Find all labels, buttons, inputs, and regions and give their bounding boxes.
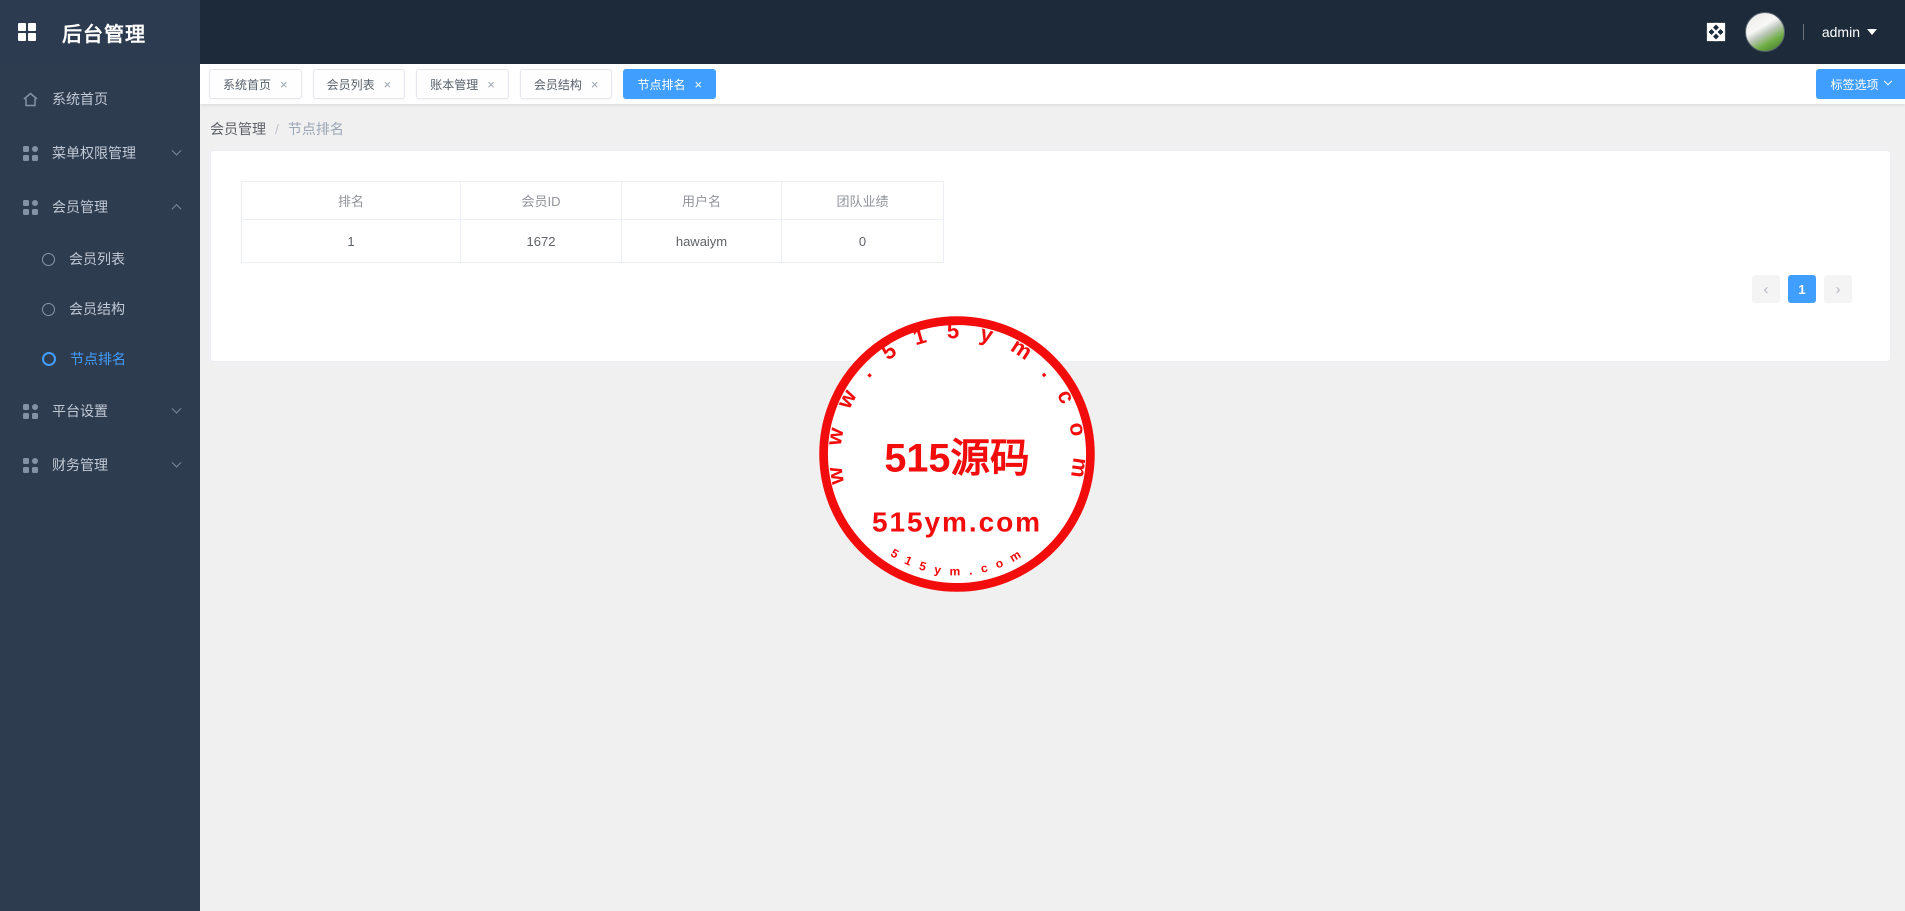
close-icon[interactable]: × bbox=[694, 78, 702, 91]
close-icon[interactable]: × bbox=[384, 78, 392, 91]
chevron-up-icon bbox=[171, 203, 182, 214]
pagination-prev-button[interactable]: ‹ bbox=[1752, 275, 1780, 303]
tab-system-home[interactable]: 系统首页 × bbox=[209, 69, 302, 99]
sidebar-subitem-label: 节点排名 bbox=[70, 351, 126, 367]
grid-icon bbox=[23, 457, 38, 473]
grid-icon bbox=[23, 403, 38, 419]
cell-member-id: 1672 bbox=[460, 219, 622, 263]
grid-icon bbox=[23, 145, 38, 161]
sidebar-item-platform-settings[interactable]: 平台设置 bbox=[0, 384, 200, 438]
app-logo-grid-icon bbox=[18, 23, 36, 41]
sidebar-subitem-member-structure[interactable]: 会员结构 bbox=[0, 284, 200, 334]
radio-circle-icon bbox=[42, 252, 55, 266]
ranking-card: 排名 会员ID 用户名 团队业绩 1 1672 hawaiym 0 ‹ 1 › bbox=[210, 150, 1891, 362]
grid-icon bbox=[23, 199, 38, 215]
ranking-table: 排名 会员ID 用户名 团队业绩 1 1672 hawaiym 0 bbox=[241, 181, 944, 263]
chevron-down-icon bbox=[171, 403, 182, 414]
tab-label: 账本管理 bbox=[430, 77, 479, 92]
sidebar: 系统首页 菜单权限管理 会员管理 会员列表 会员结构 节点排名 平台设置 财务管… bbox=[0, 64, 200, 911]
pagination-page-1[interactable]: 1 bbox=[1788, 275, 1816, 303]
breadcrumb-section[interactable]: 会员管理 bbox=[210, 119, 266, 139]
tab-label: 系统首页 bbox=[223, 77, 272, 92]
pagination-next-button[interactable]: › bbox=[1824, 275, 1852, 303]
sidebar-item-label: 系统首页 bbox=[52, 91, 108, 107]
sidebar-item-member-management[interactable]: 会员管理 bbox=[0, 180, 200, 234]
chevron-down-icon bbox=[1883, 76, 1892, 86]
tag-options-button[interactable]: 标签选项 bbox=[1816, 69, 1905, 99]
tab-label: 会员列表 bbox=[326, 77, 375, 92]
app-title: 后台管理 bbox=[62, 23, 146, 46]
app-header: 后台管理 admin bbox=[0, 0, 1905, 64]
sidebar-item-menu-permissions[interactable]: 菜单权限管理 bbox=[0, 126, 200, 180]
tab-member-structure[interactable]: 会员结构 × bbox=[519, 69, 613, 99]
table-row: 1 1672 hawaiym 0 bbox=[241, 219, 944, 263]
logo-area: 后台管理 bbox=[0, 0, 200, 64]
chevron-down-icon bbox=[171, 145, 182, 156]
tab-member-list[interactable]: 会员列表 × bbox=[312, 69, 406, 99]
tab-ledger-management[interactable]: 账本管理 × bbox=[416, 69, 509, 99]
radio-circle-icon bbox=[42, 352, 56, 366]
user-menu[interactable]: admin bbox=[1822, 24, 1877, 40]
sidebar-subitem-label: 会员结构 bbox=[69, 301, 125, 317]
breadcrumb: 会员管理 / 节点排名 bbox=[200, 104, 1905, 139]
username-label: admin bbox=[1821, 24, 1860, 40]
column-header-member-id: 会员ID bbox=[460, 181, 622, 220]
table-header-row: 排名 会员ID 用户名 团队业绩 bbox=[241, 181, 944, 220]
sidebar-item-home[interactable]: 系统首页 bbox=[0, 72, 200, 126]
tab-label: 会员结构 bbox=[533, 77, 582, 92]
user-avatar[interactable] bbox=[1744, 12, 1785, 52]
cell-rank: 1 bbox=[241, 219, 461, 263]
sidebar-subitem-label: 会员列表 bbox=[69, 251, 125, 267]
column-header-rank: 排名 bbox=[241, 181, 461, 220]
header-divider bbox=[1802, 24, 1804, 40]
cell-team-performance: 0 bbox=[781, 219, 944, 263]
tag-options-label: 标签选项 bbox=[1830, 77, 1879, 92]
close-icon[interactable]: × bbox=[487, 78, 495, 91]
sidebar-item-label: 财务管理 bbox=[52, 457, 108, 473]
cell-username: hawaiym bbox=[621, 219, 782, 263]
pagination: ‹ 1 › bbox=[1752, 275, 1852, 303]
column-header-team-performance: 团队业绩 bbox=[781, 181, 944, 220]
radio-circle-icon bbox=[42, 302, 55, 316]
sidebar-item-label: 菜单权限管理 bbox=[52, 145, 136, 161]
sidebar-item-label: 平台设置 bbox=[52, 403, 108, 419]
home-icon bbox=[23, 92, 38, 106]
fullscreen-icon[interactable] bbox=[1705, 21, 1727, 43]
breadcrumb-current: 节点排名 bbox=[287, 121, 344, 137]
close-icon[interactable]: × bbox=[591, 78, 599, 91]
sidebar-item-finance-management[interactable]: 财务管理 bbox=[0, 438, 200, 492]
close-icon[interactable]: × bbox=[280, 78, 288, 91]
tab-label: 节点排名 bbox=[637, 77, 686, 92]
caret-down-icon bbox=[1867, 29, 1877, 35]
sidebar-subitem-node-ranking[interactable]: 节点排名 bbox=[0, 334, 200, 384]
tab-bar: 系统首页 × 会员列表 × 账本管理 × 会员结构 × 节点排名 × 标签选项 bbox=[200, 64, 1905, 104]
main-content: 会员管理 / 节点排名 排名 会员ID 用户名 团队业绩 1 1672 hawa… bbox=[200, 104, 1905, 911]
sidebar-subitem-member-list[interactable]: 会员列表 bbox=[0, 234, 200, 284]
chevron-down-icon bbox=[171, 457, 182, 468]
column-header-username: 用户名 bbox=[621, 181, 782, 220]
tab-node-ranking[interactable]: 节点排名 × bbox=[623, 69, 717, 99]
sidebar-item-label: 会员管理 bbox=[52, 199, 108, 215]
breadcrumb-separator: / bbox=[275, 121, 279, 137]
